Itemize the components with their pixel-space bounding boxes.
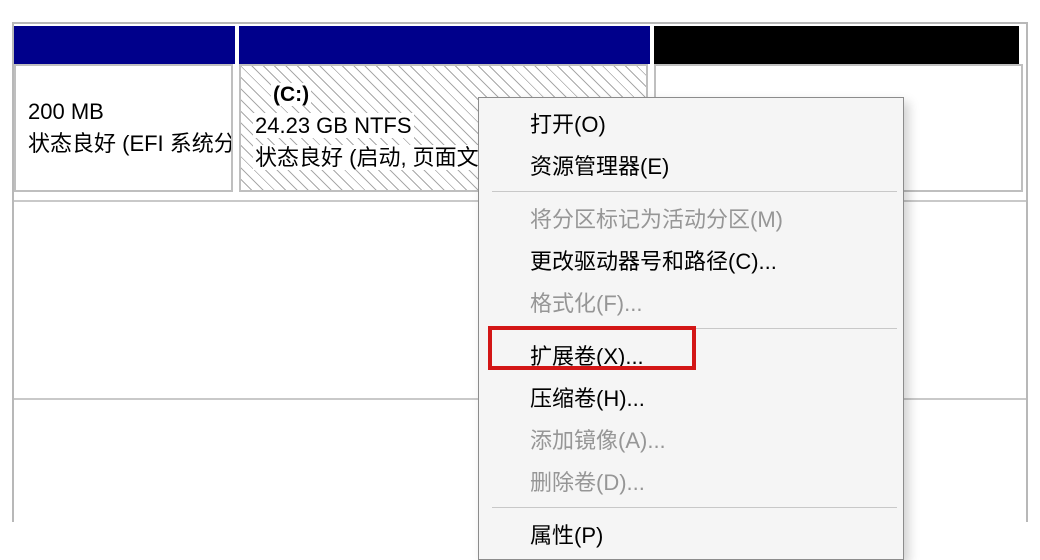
partition-status: 状态良好 (启动, 页面文件 bbox=[253, 145, 503, 170]
partition-status: 状态良好 (EFI 系统分 bbox=[28, 128, 219, 160]
partition-header-efi bbox=[14, 26, 239, 64]
menu-open[interactable]: 打开(O) bbox=[482, 102, 900, 144]
menu-mark-active: 将分区标记为活动分区(M) bbox=[482, 197, 900, 239]
menu-properties[interactable]: 属性(P) bbox=[482, 513, 900, 555]
disk-header-row bbox=[14, 26, 1026, 64]
menu-separator bbox=[492, 191, 897, 192]
menu-separator bbox=[492, 507, 897, 508]
partition-header-c bbox=[239, 26, 654, 64]
partition-size-fs: 24.23 GB NTFS bbox=[253, 113, 414, 138]
menu-extend-volume[interactable]: 扩展卷(X)... bbox=[482, 334, 900, 376]
menu-change-letter[interactable]: 更改驱动器号和路径(C)... bbox=[482, 239, 900, 281]
context-menu: 打开(O) 资源管理器(E) 将分区标记为活动分区(M) 更改驱动器号和路径(C… bbox=[478, 97, 904, 560]
menu-separator bbox=[492, 328, 897, 329]
menu-format: 格式化(F)... bbox=[482, 281, 900, 323]
menu-delete-volume: 删除卷(D)... bbox=[482, 460, 900, 502]
menu-shrink-volume[interactable]: 压缩卷(H)... bbox=[482, 376, 900, 418]
menu-add-mirror: 添加镜像(A)... bbox=[482, 418, 900, 460]
menu-explorer[interactable]: 资源管理器(E) bbox=[482, 144, 900, 186]
partition-header-unallocated bbox=[654, 26, 1023, 64]
partition-label: (C:) bbox=[271, 83, 311, 106]
partition-size: 200 MB bbox=[28, 96, 219, 128]
partition-efi[interactable]: 200 MB 状态良好 (EFI 系统分 bbox=[14, 64, 233, 192]
